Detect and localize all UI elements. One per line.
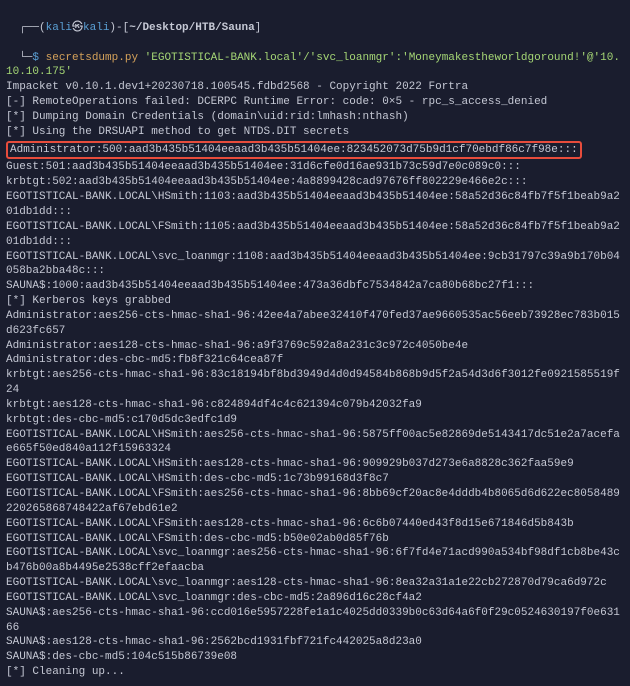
- output-hsmith-des: EGOTISTICAL-BANK.LOCAL\HSmith:des-cbc-md…: [6, 472, 624, 487]
- output-hsmith-aes256: EGOTISTICAL-BANK.LOCAL\HSmith:aes256-cts…: [6, 428, 624, 458]
- output-error: [-] RemoteOperations failed: DCERPC Runt…: [6, 95, 624, 110]
- output-svc-aes256: EGOTISTICAL-BANK.LOCAL\svc_loanmgr:aes25…: [6, 546, 624, 576]
- output-svc-des: EGOTISTICAL-BANK.LOCAL\svc_loanmgr:des-c…: [6, 591, 624, 606]
- prompt-user: kali: [46, 22, 72, 34]
- output-hsmith-aes128: EGOTISTICAL-BANK.LOCAL\HSmith:aes128-cts…: [6, 457, 624, 472]
- prompt-path: ~/Desktop/HTB/Sauna: [129, 22, 254, 34]
- output-krbtgt: krbtgt:502:aad3b435b51404eeaad3b435b5140…: [6, 175, 624, 190]
- output-admin-aes256: Administrator:aes256-cts-hmac-sha1-96:42…: [6, 309, 624, 339]
- output-hsmith: EGOTISTICAL-BANK.LOCAL\HSmith:1103:aad3b…: [6, 190, 624, 220]
- output-sauna-des: SAUNA$:des-cbc-md5:104c515b86739e08: [6, 650, 624, 665]
- output-fsmith-des: EGOTISTICAL-BANK.LOCAL\FSmith:des-cbc-md…: [6, 532, 624, 547]
- terminal-prompt: ┌──(kali㉿kali)-[~/Desktop/HTB/Sauna]: [6, 6, 624, 36]
- command-name: secretsdump.py: [46, 52, 138, 64]
- output-krbtgt-aes128: krbtgt:aes128-cts-hmac-sha1-96:c824894df…: [6, 398, 624, 413]
- prompt-at: ㉿: [72, 22, 83, 34]
- output-admin-aes128: Administrator:aes128-cts-hmac-sha1-96:a9…: [6, 339, 624, 354]
- output-admin-des: Administrator:des-cbc-md5:fb8f321c64cea8…: [6, 353, 624, 368]
- path-close: ]: [255, 22, 262, 34]
- prompt-host: kali: [83, 22, 109, 34]
- output-cleanup: [*] Cleaning up...: [6, 665, 624, 680]
- prompt-prefix: ┌──(: [19, 22, 45, 34]
- output-fsmith: EGOTISTICAL-BANK.LOCAL\FSmith:1105:aad3b…: [6, 220, 624, 250]
- output-krbtgt-des: krbtgt:des-cbc-md5:c170d5dc3edfc1d9: [6, 413, 624, 428]
- terminal-command-line[interactable]: └─$ secretsdump.py 'EGOTISTICAL-BANK.loc…: [6, 36, 624, 81]
- output-krbtgt-aes256: krbtgt:aes256-cts-hmac-sha1-96:83c18194b…: [6, 368, 624, 398]
- output-sauna: SAUNA$:1000:aad3b435b51404eeaad3b435b514…: [6, 279, 624, 294]
- output-kerberos-header: [*] Kerberos keys grabbed: [6, 294, 624, 309]
- output-drsuapi: [*] Using the DRSUAPI method to get NTDS…: [6, 125, 624, 140]
- output-banner: Impacket v0.10.1.dev1+20230718.100545.fd…: [6, 80, 624, 95]
- output-sauna-aes256: SAUNA$:aes256-cts-hmac-sha1-96:ccd016e59…: [6, 606, 624, 636]
- prompt-line2-prefix: └─: [19, 52, 32, 64]
- prompt-dash: -: [116, 22, 123, 34]
- output-dumping: [*] Dumping Domain Credentials (domain\u…: [6, 110, 624, 125]
- output-fsmith-aes128: EGOTISTICAL-BANK.LOCAL\FSmith:aes128-cts…: [6, 517, 624, 532]
- output-admin-hash-highlighted: Administrator:500:aad3b435b51404eeaad3b4…: [6, 141, 582, 160]
- output-svcloanmgr: EGOTISTICAL-BANK.LOCAL\svc_loanmgr:1108:…: [6, 250, 624, 280]
- output-guest: Guest:501:aad3b435b51404eeaad3b435b51404…: [6, 160, 624, 175]
- output-svc-aes128: EGOTISTICAL-BANK.LOCAL\svc_loanmgr:aes12…: [6, 576, 624, 591]
- output-sauna-aes128: SAUNA$:aes128-cts-hmac-sha1-96:2562bcd19…: [6, 635, 624, 650]
- output-fsmith-aes256: EGOTISTICAL-BANK.LOCAL\FSmith:aes256-cts…: [6, 487, 624, 517]
